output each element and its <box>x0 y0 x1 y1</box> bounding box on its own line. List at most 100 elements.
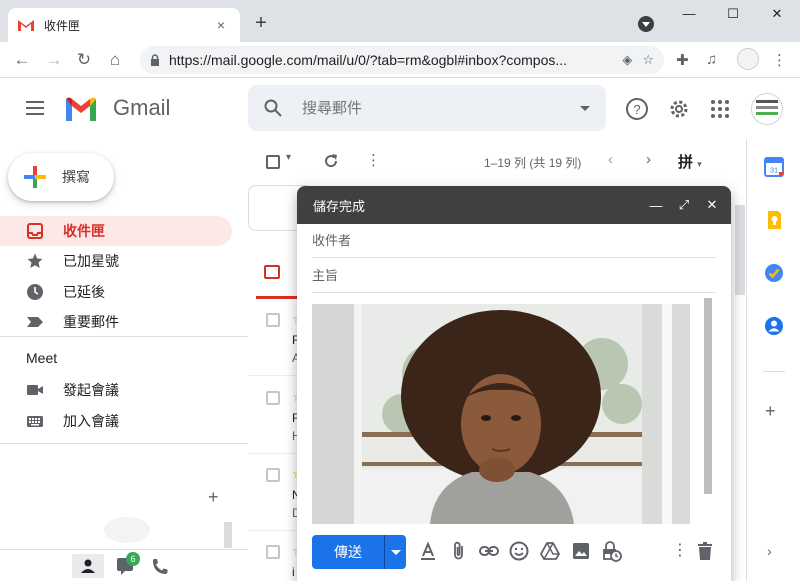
close-tab-icon[interactable]: × <box>212 17 230 33</box>
important-icon <box>27 317 43 327</box>
sidebar-item-snoozed[interactable]: 已延後 <box>0 277 232 307</box>
meet-item-label: 發起會議 <box>63 382 119 398</box>
meet-new-meeting[interactable]: 發起會議 <box>0 375 232 405</box>
minimize-compose-icon[interactable]: — <box>649 198 663 213</box>
sidebar-item-important[interactable]: 重要郵件 <box>0 307 232 337</box>
more-options-icon[interactable]: ⋮ <box>366 151 381 169</box>
compose-title: 儲存完成 <box>313 198 366 214</box>
discard-draft-icon[interactable] <box>694 540 716 562</box>
sidebar-divider <box>0 336 248 337</box>
chrome-menu-icon[interactable]: ⋮ <box>772 51 787 69</box>
help-icon[interactable]: ? <box>625 97 649 121</box>
main-menu-icon[interactable] <box>26 101 44 115</box>
gmail-header: Gmail ? <box>0 79 800 139</box>
search-options-icon[interactable] <box>580 105 590 111</box>
gmail-logo-icon <box>66 97 96 121</box>
hangouts-add-icon[interactable]: + <box>208 487 219 508</box>
list-toolbar: ▾ ⋮ 1–19 列 (共 19 列) ‹ › 拼 ▾ <box>248 139 746 183</box>
next-page-icon[interactable]: › <box>646 151 651 168</box>
reload-icon[interactable]: ↻ <box>72 48 96 72</box>
account-avatar[interactable] <box>751 93 783 125</box>
compose-button[interactable]: 撰寫 <box>8 153 114 201</box>
row-checkbox[interactable] <box>266 313 280 327</box>
extensions-icon[interactable]: ✚ <box>676 51 689 69</box>
side-panel: 31 + › <box>746 139 800 581</box>
bookmark-star-icon[interactable]: ☆ <box>642 52 654 68</box>
search-icon[interactable] <box>264 99 282 117</box>
insert-link-icon[interactable] <box>478 540 500 562</box>
clock-icon <box>27 284 43 300</box>
sidebar-item-label: 已加星號 <box>63 253 119 269</box>
confidential-mode-icon[interactable] <box>600 540 622 562</box>
inline-photo-image[interactable] <box>312 304 690 524</box>
compose-scrollbar[interactable] <box>704 298 712 494</box>
to-input[interactable] <box>312 233 716 248</box>
search-bar[interactable] <box>248 85 606 131</box>
home-icon[interactable]: ⌂ <box>103 48 127 72</box>
search-input[interactable] <box>302 99 572 117</box>
tracking-eye-icon[interactable]: ◈ <box>622 52 632 68</box>
more-compose-options-icon[interactable]: ⋮ <box>672 540 688 560</box>
send-options-icon[interactable] <box>384 535 406 569</box>
meet-join-meeting[interactable]: 加入會議 <box>0 406 232 436</box>
attach-files-icon[interactable] <box>448 540 470 562</box>
formatting-options-icon[interactable] <box>417 540 439 562</box>
forward-icon[interactable]: → <box>42 48 66 72</box>
tab-primary[interactable] <box>256 251 298 299</box>
subject-input[interactable] <box>312 268 716 283</box>
phone-icon[interactable] <box>144 554 176 578</box>
sidebar-item-label: 重要郵件 <box>63 314 119 330</box>
main-scrollbar[interactable] <box>735 205 745 295</box>
select-all-checkbox[interactable] <box>266 155 280 169</box>
calendar-day: 31 <box>770 166 778 175</box>
settings-gear-icon[interactable] <box>667 97 691 121</box>
browser-profile-avatar[interactable] <box>737 48 759 70</box>
sidebar-divider <box>0 443 248 444</box>
insert-drive-icon[interactable] <box>539 540 561 562</box>
get-addons-icon[interactable]: + <box>765 401 776 422</box>
refresh-icon[interactable] <box>322 152 340 170</box>
maximize-button[interactable]: ☐ <box>718 6 748 22</box>
subject-field[interactable] <box>312 259 716 293</box>
sidebar-scrollbar[interactable] <box>224 522 232 548</box>
media-queue-icon[interactable]: ♫ <box>706 51 717 68</box>
lock-icon <box>151 54 159 66</box>
to-field[interactable] <box>312 224 716 258</box>
minimize-button[interactable]: — <box>674 6 704 21</box>
browser-tab-strip: 收件匣 × + — ☐ ✕ <box>0 0 800 42</box>
sidebar: 撰寫 收件匣 已加星號 已延後 重要郵件 Meet 發起會議 加入會議 + 6 <box>0 139 248 581</box>
fullscreen-compose-icon[interactable]: ⤢ <box>677 197 691 213</box>
compose-body[interactable] <box>312 298 718 524</box>
person-icon[interactable] <box>72 554 104 578</box>
browser-tab[interactable]: 收件匣 × <box>8 8 240 42</box>
close-window-button[interactable]: ✕ <box>762 6 792 22</box>
row-checkbox[interactable] <box>266 545 280 559</box>
address-bar[interactable]: https://mail.google.com/mail/u/0/?tab=rm… <box>140 46 664 74</box>
meet-item-label: 加入會議 <box>63 413 119 429</box>
contacts-icon[interactable] <box>764 316 784 336</box>
row-checkbox[interactable] <box>266 391 280 405</box>
keep-icon[interactable] <box>764 210 784 230</box>
send-label: 傳送 <box>334 544 362 560</box>
expand-panel-icon[interactable]: › <box>767 543 772 559</box>
side-panel-divider <box>763 371 785 372</box>
back-icon[interactable]: ← <box>10 48 34 72</box>
calendar-icon[interactable]: 31 <box>764 157 784 177</box>
row-checkbox[interactable] <box>266 468 280 482</box>
sidebar-item-inbox[interactable]: 收件匣 <box>0 216 232 246</box>
hangouts-bottom-bar <box>0 549 248 581</box>
apps-grid-icon[interactable] <box>708 97 732 121</box>
insert-emoji-icon[interactable] <box>508 540 530 562</box>
input-tools-button[interactable]: 拼 ▾ <box>678 151 702 172</box>
tasks-icon[interactable] <box>764 263 784 283</box>
send-button[interactable]: 傳送 <box>312 535 406 569</box>
close-compose-icon[interactable]: ✕ <box>705 197 719 213</box>
tab-search-icon[interactable] <box>638 16 654 32</box>
insert-photo-icon[interactable] <box>570 540 592 562</box>
select-dropdown-icon[interactable]: ▾ <box>286 152 291 163</box>
new-tab-button[interactable]: + <box>250 12 272 34</box>
hangouts-placeholder-icon <box>104 517 150 543</box>
prev-page-icon[interactable]: ‹ <box>608 151 613 168</box>
sidebar-item-starred[interactable]: 已加星號 <box>0 246 232 276</box>
compose-header[interactable]: 儲存完成 — ⤢ ✕ <box>297 186 731 224</box>
